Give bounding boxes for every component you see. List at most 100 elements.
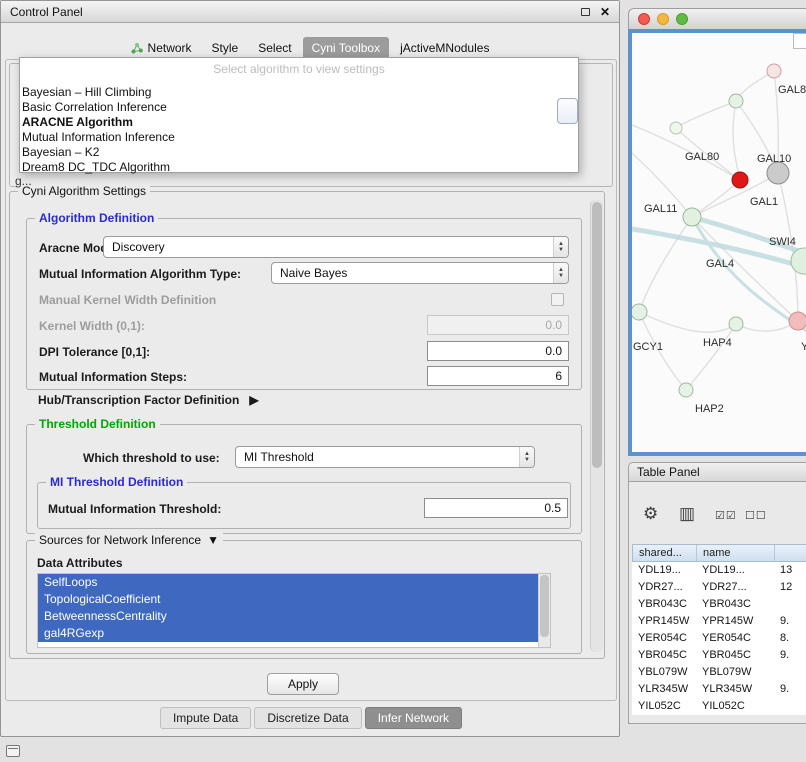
table-panel-title: Table Panel <box>637 465 700 479</box>
network-node[interactable] <box>632 304 647 320</box>
table-row[interactable]: YPR145WYPR145W9. <box>632 613 806 630</box>
tab-impute-data[interactable]: Impute Data <box>160 707 251 729</box>
node-label: GAL8 <box>778 84 806 96</box>
network-icon <box>131 42 143 54</box>
sources-title: Sources for Network Inference <box>39 533 201 547</box>
tab-cyni-toolbox[interactable]: Cyni Toolbox <box>303 37 389 59</box>
tab-style[interactable]: Style <box>203 37 248 59</box>
cell: YDR27... <box>696 579 774 596</box>
combo-button-fragment[interactable] <box>557 98 578 124</box>
control-panel-titlebar[interactable]: Control Panel ✕ <box>1 1 619 23</box>
cell: YPR145W <box>632 613 696 630</box>
kernel-width-field: 0.0 <box>427 315 569 335</box>
dock-panel-icon[interactable] <box>6 745 20 757</box>
list-item[interactable]: SelfLoops <box>38 574 538 591</box>
column-header-name[interactable]: name <box>697 545 775 561</box>
network-node[interactable] <box>670 122 682 134</box>
table-row[interactable]: YBR045CYBR045C9. <box>632 647 806 664</box>
gear-icon[interactable]: ⚙ <box>643 504 658 524</box>
group-title: Cyni Algorithm Settings <box>18 184 150 198</box>
hub-definition-toggle[interactable]: Hub/Transcription Factor Definition ▶ <box>38 393 259 407</box>
table-panel-titlebar[interactable]: Table Panel <box>628 462 806 482</box>
mi-threshold-field[interactable]: 0.5 <box>424 498 568 518</box>
mi-steps-field[interactable]: 6 <box>427 366 569 386</box>
cell: 8. <box>774 630 806 647</box>
apply-button[interactable]: Apply <box>267 673 339 695</box>
cell: 13 <box>774 562 806 579</box>
chevron-right-icon: ▶ <box>249 393 258 407</box>
manual-kernel-width-label: Manual Kernel Width Definition <box>39 293 216 307</box>
aracne-mode-combobox[interactable]: Discovery ▲▼ <box>103 236 569 258</box>
columns-icon[interactable]: ▥ <box>679 504 695 524</box>
list-item[interactable]: gal4RGexp <box>38 625 538 642</box>
column-header-shared-name[interactable]: shared... <box>633 545 697 561</box>
tab-jactivemnodules[interactable]: jActiveMNodules <box>391 37 498 59</box>
table-row[interactable]: YLR345WYLR345W9. <box>632 681 806 698</box>
which-threshold-combobox[interactable]: MI Threshold ▲▼ <box>235 446 535 468</box>
network-canvas[interactable]: GAL8 GAL80 GAL10 GAL11 GAL1 SWI4 GAL4 GC… <box>628 29 806 456</box>
tab-label: Select <box>258 41 291 55</box>
close-traffic-light[interactable] <box>638 13 650 25</box>
scrollbar-thumb[interactable] <box>592 202 602 468</box>
network-node[interactable] <box>767 64 781 78</box>
dpi-tolerance-field[interactable]: 0.0 <box>427 341 569 361</box>
algorithm-dropdown-popup: Select algorithm to view settings Bayesi… <box>19 57 579 173</box>
list-item[interactable]: TopologicalCoefficient <box>38 591 538 608</box>
group-title: Algorithm Definition <box>35 211 158 225</box>
zoom-traffic-light[interactable] <box>676 13 688 25</box>
cell: YDL19... <box>696 562 774 579</box>
tab-discretize-data[interactable]: Discretize Data <box>254 707 361 729</box>
table-row[interactable]: YER054CYER054C8. <box>632 630 806 647</box>
which-threshold-label: Which threshold to use: <box>83 451 220 465</box>
tab-label: Style <box>212 41 239 55</box>
cyni-algorithm-settings-group: Cyni Algorithm Settings Algorithm Defini… <box>9 191 605 659</box>
manual-kernel-width-checkbox <box>551 293 564 306</box>
sources-title-toggle[interactable]: Sources for Network Inference ▼ <box>35 533 223 547</box>
table-row[interactable]: YBR043CYBR043C <box>632 596 806 613</box>
cell: 9. <box>774 681 806 698</box>
deselect-all-icon[interactable]: ☐☐ <box>745 509 767 522</box>
network-node[interactable] <box>729 94 743 108</box>
scrollbar-thumb[interactable] <box>540 575 549 637</box>
list-item[interactable]: BetweennessCentrality <box>38 608 538 625</box>
tab-network[interactable]: Network <box>122 37 201 59</box>
hub-definition-label: Hub/Transcription Factor Definition <box>38 393 239 407</box>
algorithm-option-selected[interactable]: ARACNE Algorithm <box>20 115 578 130</box>
algorithm-option[interactable]: Bayesian – Hill Climbing <box>20 85 578 100</box>
mi-algorithm-type-combobox[interactable]: Naive Bayes ▲▼ <box>271 262 569 284</box>
tab-infer-network[interactable]: Infer Network <box>365 707 462 729</box>
settings-scrollbar[interactable] <box>590 200 603 652</box>
cell: YER054C <box>696 630 774 647</box>
network-scrollbar-corner[interactable] <box>793 33 806 49</box>
network-node[interactable] <box>679 383 693 397</box>
algorithm-option[interactable]: Bayesian – K2 <box>20 145 578 160</box>
network-node[interactable] <box>789 312 806 330</box>
float-window-icon[interactable] <box>581 8 590 16</box>
column-header-partial[interactable] <box>775 545 806 561</box>
algorithm-option[interactable]: Mutual Information Inference <box>20 130 578 145</box>
network-window-titlebar[interactable] <box>628 8 806 29</box>
table-row[interactable]: YBL079WYBL079W <box>632 664 806 681</box>
bottom-tab-bar: Impute Data Discretize Data Infer Networ… <box>1 707 621 729</box>
table-row[interactable]: YIL052CYIL052C <box>632 698 806 715</box>
cell: YIL052C <box>696 698 774 715</box>
list-scrollbar[interactable] <box>538 574 550 647</box>
cell: YBL079W <box>696 664 774 681</box>
algorithm-option[interactable]: Dream8 DC_TDC Algorithm <box>20 160 578 175</box>
minimize-traffic-light[interactable] <box>657 13 669 25</box>
network-node[interactable] <box>729 317 743 331</box>
network-node[interactable] <box>683 208 701 226</box>
algorithm-option[interactable]: Basic Correlation Inference <box>20 100 578 115</box>
kernel-width-label: Kernel Width (0,1): <box>39 319 145 333</box>
tab-select[interactable]: Select <box>249 37 300 59</box>
network-view-window: GAL8 GAL80 GAL10 GAL11 GAL1 SWI4 GAL4 GC… <box>628 8 806 456</box>
node-label: HAP2 <box>695 403 724 415</box>
close-icon[interactable]: ✕ <box>600 6 610 18</box>
network-node-selected[interactable] <box>732 172 748 188</box>
network-node[interactable] <box>767 162 789 184</box>
table-row[interactable]: YDL19...YDL19...13 <box>632 562 806 579</box>
cell <box>774 698 806 715</box>
select-all-icon[interactable]: ☑☑ <box>715 509 737 522</box>
table-panel-window: Table Panel ⚙ ▥ ☑☑ ☐☐ shared... name YDL… <box>628 462 806 724</box>
table-row[interactable]: YDR27...YDR27...12 <box>632 579 806 596</box>
